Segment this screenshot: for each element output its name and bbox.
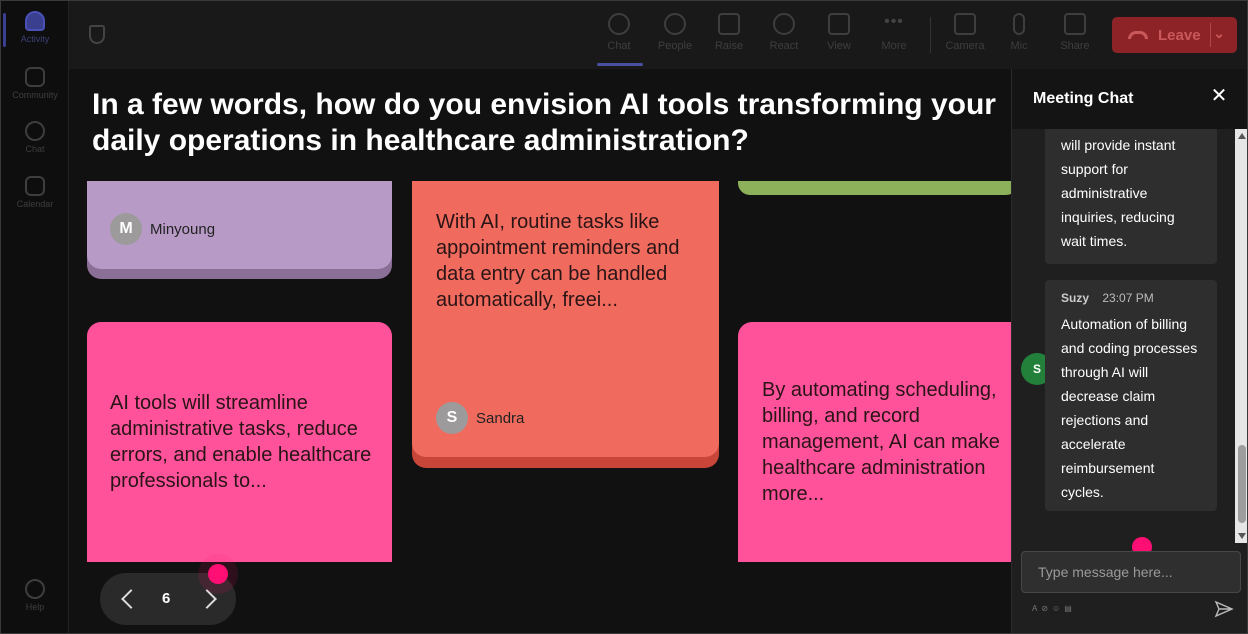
toolbar-divider — [930, 17, 931, 53]
calendar-icon — [25, 176, 45, 196]
more-label: More — [881, 40, 907, 52]
rail-item-label: Community — [12, 90, 58, 100]
response-card-pink-left[interactable]: AI tools will streamline administrative … — [87, 322, 392, 562]
mic-button[interactable]: Mic — [991, 11, 1047, 61]
chat-button[interactable]: Chat — [591, 11, 647, 61]
smiley-icon — [773, 13, 795, 35]
avatar: S — [436, 402, 468, 434]
send-icon[interactable] — [1214, 599, 1234, 619]
rail-item-community[interactable]: Community — [1, 57, 69, 107]
attach-icon[interactable]: ⊘ — [1041, 604, 1048, 613]
scroll-down-arrow-icon[interactable] — [1238, 533, 1246, 539]
card-text: By automating scheduling, billing, and r… — [762, 379, 1000, 505]
leave-divider — [1210, 23, 1211, 47]
camera-label: Camera — [945, 40, 985, 52]
meeting-chat-panel: Meeting Chat ✕ will provide instant supp… — [1011, 69, 1247, 633]
chat-title: Meeting Chat — [1033, 90, 1134, 107]
view-label: View — [827, 40, 851, 52]
chat-scrollbar[interactable] — [1235, 129, 1247, 543]
camera-button[interactable]: Camera — [937, 11, 993, 61]
input-placeholder: Type message here... — [1038, 564, 1173, 580]
message-author: Suzy — [1061, 291, 1090, 305]
rail-item-chat[interactable]: Chat — [1, 111, 69, 161]
bell-icon — [25, 11, 45, 31]
response-card-minyoung[interactable]: M Minyoung — [87, 181, 392, 279]
card-text: AI tools will streamline administrative … — [110, 392, 372, 492]
meeting-toolbar: Chat People Raise React View ••• More Ca… — [69, 1, 1247, 69]
message-input[interactable]: Type message here... — [1021, 551, 1241, 593]
rail-item-label: Calendar — [16, 199, 54, 209]
chevron-down-icon[interactable]: ⌄ — [1213, 25, 1225, 42]
chat-message: will provide instant support for adminis… — [1045, 129, 1217, 264]
camera-off-icon — [954, 13, 976, 35]
app-rail: Activity Community Chat Calendar Help — [1, 1, 69, 633]
community-icon — [25, 67, 45, 87]
raise-hand-button[interactable]: Raise — [701, 11, 757, 61]
message-text: Automation of billing and coding process… — [1061, 316, 1198, 500]
rail-item-label: Help — [25, 602, 45, 612]
emoji-icon[interactable]: ☺ — [1052, 604, 1060, 613]
shield-icon — [89, 25, 105, 44]
avatar: M — [110, 213, 142, 245]
help-icon — [25, 579, 45, 599]
chat-message: Suzy 23:07 PM Automation of billing and … — [1045, 280, 1217, 511]
hang-up-icon — [1128, 31, 1148, 39]
scroll-thumb[interactable] — [1238, 445, 1246, 523]
people-label: People — [657, 40, 693, 52]
share-screen-icon — [1064, 13, 1086, 35]
card-author: M Minyoung — [110, 213, 215, 245]
rail-item-label: Activity — [20, 34, 50, 44]
format-toolbar: A ⊘ ☺ ▤ — [1032, 604, 1072, 613]
message-time: 23:07 PM — [1102, 291, 1154, 305]
response-card-sandra[interactable]: With AI, routine tasks like appointment … — [412, 181, 719, 468]
rail-item-help[interactable]: Help — [1, 569, 69, 619]
card-author: S Sandra — [436, 402, 524, 434]
view-button[interactable]: View — [811, 11, 867, 61]
gif-icon[interactable]: ▤ — [1064, 604, 1072, 613]
message-list: will provide instant support for adminis… — [1012, 129, 1234, 543]
leave-button[interactable]: Leave ⌄ — [1112, 17, 1237, 53]
rail-item-label: Chat — [25, 144, 45, 154]
rail-item-calendar[interactable]: Calendar — [1, 166, 69, 216]
author-name: Minyoung — [150, 220, 216, 238]
more-button[interactable]: ••• More — [866, 11, 922, 61]
response-card-green[interactable] — [738, 181, 1011, 195]
close-icon[interactable]: ✕ — [1208, 85, 1230, 107]
people-icon — [664, 13, 686, 35]
card-text: With AI, routine tasks like appointment … — [436, 211, 680, 311]
react-label: React — [769, 40, 799, 52]
teams-meeting-window: Activity Community Chat Calendar Help Ch… — [0, 0, 1248, 634]
rail-item-activity[interactable]: Activity — [1, 1, 69, 51]
chat-label: Chat — [607, 40, 631, 52]
chat-selected-indicator — [597, 63, 643, 66]
grid-icon — [828, 13, 850, 35]
poll-question: In a few words, how do you envision AI t… — [92, 88, 996, 157]
mic-label: Mic — [1010, 40, 1028, 52]
format-icon[interactable]: A — [1032, 604, 1037, 613]
microphone-icon — [1013, 13, 1025, 35]
meeting-stage: In a few words, how do you envision AI t… — [69, 69, 1011, 633]
share-button[interactable]: Share — [1047, 11, 1103, 61]
hand-icon — [718, 13, 740, 35]
react-button[interactable]: React — [756, 11, 812, 61]
chevron-left-icon[interactable] — [121, 589, 141, 609]
chevron-right-icon[interactable] — [197, 589, 217, 609]
scroll-up-arrow-icon[interactable] — [1238, 133, 1246, 139]
chat-header: Meeting Chat ✕ — [1012, 69, 1247, 129]
message-meta: Suzy 23:07 PM — [1045, 280, 1217, 310]
leave-label: Leave — [1158, 26, 1201, 44]
page-number: 6 — [162, 590, 171, 607]
share-label: Share — [1060, 40, 1090, 52]
author-name: Sandra — [476, 409, 525, 427]
message-text: will provide instant support for adminis… — [1061, 137, 1176, 249]
response-card-pink-right[interactable]: By automating scheduling, billing, and r… — [738, 322, 1011, 562]
pointer-highlight — [208, 564, 228, 584]
people-button[interactable]: People — [647, 11, 703, 61]
more-dots-icon: ••• — [884, 13, 904, 30]
chat-icon — [25, 121, 45, 141]
chat-icon — [608, 13, 630, 35]
raise-label: Raise — [714, 40, 744, 52]
